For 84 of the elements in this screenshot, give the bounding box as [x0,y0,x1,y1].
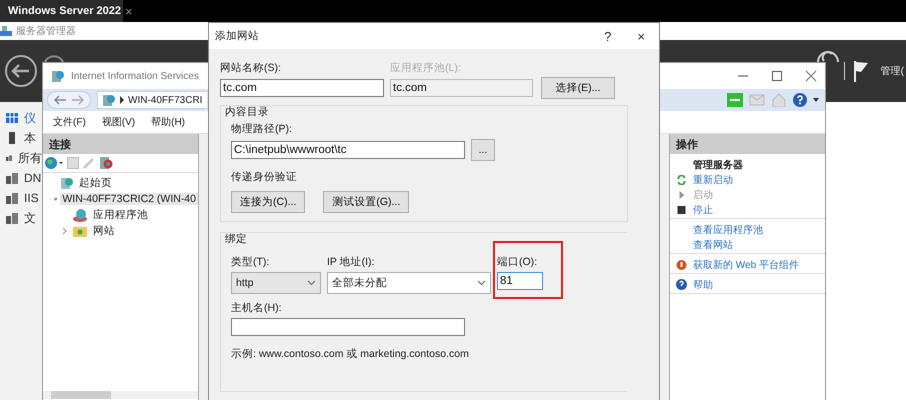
action-link[interactable]: 重新启动 [693,172,733,186]
sidebar-item-icon [6,132,18,144]
close-icon[interactable] [805,70,817,82]
chevron-icon [119,96,125,104]
tree-item[interactable]: WIN-40FF73CRIC2 (WIN-40 [60,193,198,205]
sidebar-item-icon [6,192,18,204]
close-button[interactable]: × [637,28,645,44]
restart-icon [676,174,687,184]
sidebar-item[interactable]: IIS [24,191,39,205]
help-button[interactable]: ? [604,28,612,44]
sidebar-item[interactable]: 所有 [18,150,42,166]
menu-item[interactable]: 帮助(H) [151,115,186,129]
connect-as-button[interactable]: 连接为(C)... [231,191,306,213]
tree-item[interactable]: 网站 [91,224,117,238]
field-label: IP 地址(I): [327,255,376,269]
sidebar-item-icon [6,212,18,224]
section-label: 传递身份验证 [231,170,298,184]
app-pool-icon [72,208,88,222]
help-icon [676,279,687,290]
dropdown-icon[interactable] [813,98,819,102]
group-title: 内容目录 [225,105,270,119]
group-title: 绑定 [225,232,248,246]
close-button[interactable]: × [125,4,133,18]
sidebar-item-icon [6,172,18,184]
stop-icon [676,204,687,214]
window-title: 服务器管理器 [16,25,76,38]
forward-icon[interactable] [71,95,85,105]
navigation-buttons[interactable] [47,91,91,109]
menu-item[interactable]: 视图(V) [102,115,136,129]
expand-icon[interactable] [61,227,69,235]
address-field[interactable]: WIN-40FF73CRI [97,91,207,109]
chevron-down-icon [477,280,486,286]
action-link[interactable]: 停止 [693,202,713,216]
action-link[interactable]: 查看应用程序池 [693,222,763,236]
back-icon[interactable] [4,54,38,88]
menu-item[interactable]: 文件(F) [53,115,86,129]
maximize-icon[interactable] [771,70,783,82]
download-icon [676,260,687,270]
action-link[interactable]: 查看网站 [693,238,733,252]
flag-icon[interactable] [852,60,869,82]
tree-item[interactable]: 起始页 [77,176,114,190]
test-settings-button[interactable]: 测试设置(G)... [323,191,410,213]
select-button[interactable]: 选择(E)... [541,77,615,99]
action-link[interactable]: 获取新的 Web 平台组件 [693,258,799,272]
port-field[interactable]: 81 [497,272,543,290]
folder-icon [72,224,88,238]
help-icon[interactable] [793,93,807,107]
type-dropdown[interactable]: http [231,272,321,294]
panel-header: 操作 [670,134,825,154]
field-label: 网站名称(S): [220,61,282,75]
host-name-field[interactable] [231,318,465,336]
example-text: 示例: www.contoso.com 或 marketing.contoso.com [231,347,470,361]
page-icon [60,176,74,190]
sidebar-item[interactable]: DN [24,171,42,185]
scrollbar[interactable] [43,391,198,399]
action-link[interactable]: 帮助 [693,278,713,292]
connect-icon[interactable] [727,93,743,107]
field-label: 应用程序池(L): [390,61,461,75]
ip-address-dropdown[interactable]: 全部未分配 [327,272,491,294]
sidebar-item-icon [6,112,18,124]
window-title: Internet Information Services [71,70,199,82]
chevron-down-icon [307,280,316,286]
back-icon[interactable] [53,95,67,105]
globe-icon[interactable] [45,156,63,170]
path-field[interactable]: C:\inetpub\wwwroot\tc [231,141,465,159]
site-name-field[interactable]: tc.com [220,79,384,97]
server-icon[interactable] [99,156,113,170]
server-manager-icon [0,25,12,37]
sidebar-item[interactable]: 仪 [24,110,36,126]
sidebar-item[interactable]: 文 [24,210,36,226]
group-heading: 管理服务器 [693,158,743,172]
field-label: 物理路径(P): [231,122,293,136]
sidebar-item[interactable]: 本 [24,130,36,146]
dialog-title: 添加网站 [215,29,259,43]
iis-icon [51,69,65,83]
panel-header: 连接 [43,134,198,154]
field-label: 主机名(H): [231,301,282,315]
field-label: 类型(T): [231,255,270,269]
field-label: 端口(O): [497,255,538,269]
manage-menu[interactable]: 管理( [880,64,904,78]
browse-button[interactable]: ... [471,139,495,161]
server-icon [102,93,116,107]
tree-item[interactable]: 应用程序池 [91,208,150,222]
tab-title: Windows Server 2022 [8,5,122,17]
